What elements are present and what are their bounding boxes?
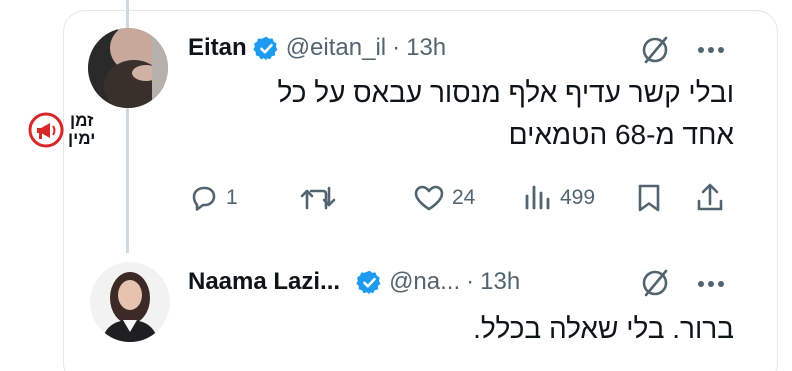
tweet2-author-name[interactable]: Naama Lazi...: [188, 268, 340, 296]
avatar-naama-image: [90, 262, 170, 342]
reply-button[interactable]: 1: [188, 180, 238, 216]
tweet1-author-name[interactable]: Eitan: [188, 34, 247, 62]
share-button[interactable]: [694, 180, 726, 216]
avatar-eitan[interactable]: [88, 28, 168, 108]
tweet1-body-line1: ובלי קשר עדיף אלף מנסור עבאס על כל: [277, 77, 734, 108]
tweet1-body: ובלי קשר עדיף אלף מנסור עבאס על כל אחד מ…: [214, 72, 734, 156]
watermark-line2: ימין: [68, 129, 96, 148]
avatar-eitan-image: [88, 28, 168, 108]
watermark-line1: זמן: [70, 111, 94, 130]
tweet2-body: ברור. בלי שאלה בכלל.: [473, 313, 734, 344]
tweet2-separator: ·: [466, 268, 475, 295]
views-count: 499: [560, 186, 596, 209]
tweet1-header: Eitan @eitan_il · 13h: [188, 30, 446, 66]
verified-badge-icon: [253, 36, 278, 60]
avatar-naama[interactable]: [90, 262, 170, 342]
views-icon: [525, 185, 550, 210]
tweet2-timestamp[interactable]: 13h: [480, 268, 520, 296]
more-icon[interactable]: [697, 46, 725, 54]
more-icon[interactable]: [697, 280, 725, 288]
retweet-button[interactable]: [298, 180, 344, 216]
views-button[interactable]: 499: [522, 180, 595, 216]
grok-icon[interactable]: [639, 266, 673, 300]
retweet-icon: [300, 186, 336, 210]
tweet1-separator: ·: [392, 34, 401, 61]
verified-badge-icon: [356, 270, 381, 294]
tweet2-header: Naama Lazi... @na... · 13h: [188, 264, 520, 300]
reply-count: 1: [226, 186, 238, 209]
screenshot-stage: זמן ימין Eitan @eitan_il · 13h ובלי קשר …: [0, 0, 792, 371]
megaphone-icon: [28, 112, 64, 148]
like-count: 24: [452, 186, 476, 209]
watermark-text: זמן ימין: [68, 112, 95, 148]
tweet1-handle[interactable]: @eitan_il: [286, 34, 386, 62]
tweet1-timestamp[interactable]: 13h: [406, 34, 446, 62]
like-icon: [414, 185, 444, 211]
bookmark-button[interactable]: [634, 180, 664, 216]
bookmark-icon: [638, 184, 660, 212]
grok-icon[interactable]: [639, 33, 673, 67]
tweet2-handle[interactable]: @na...: [389, 268, 460, 296]
like-button[interactable]: 24: [412, 180, 475, 216]
reply-icon: [192, 186, 216, 211]
tweet1-body-line2: אחד מ-68 הטמאים: [508, 119, 734, 150]
share-icon: [697, 183, 723, 211]
zman-yamin-watermark: זמן ימין: [27, 111, 95, 149]
